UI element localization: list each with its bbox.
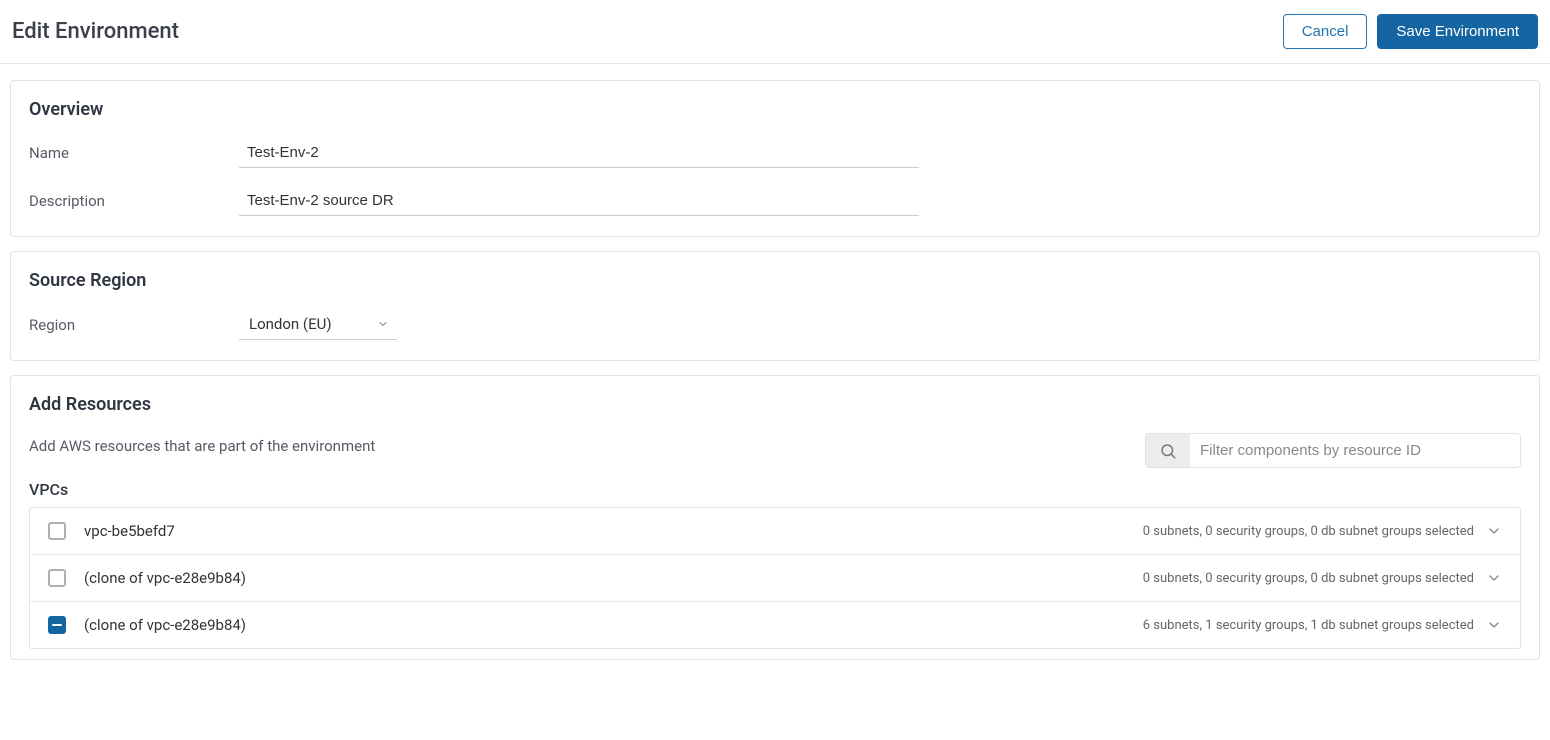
resources-helper: Add AWS resources that are part of the e… xyxy=(29,437,375,455)
name-input[interactable] xyxy=(239,138,919,168)
vpc-list: vpc-be5befd7 0 subnets, 0 security group… xyxy=(29,507,1521,649)
vpc-checkbox[interactable] xyxy=(48,569,66,587)
page-title: Edit Environment xyxy=(12,19,179,44)
source-region-title: Source Region xyxy=(29,270,1521,291)
vpc-row: (clone of vpc-e28e9b84) 6 subnets, 1 sec… xyxy=(30,602,1520,648)
expand-icon[interactable] xyxy=(1486,523,1502,539)
vpc-summary: 0 subnets, 0 security groups, 0 db subne… xyxy=(1143,524,1474,539)
cancel-button[interactable]: Cancel xyxy=(1283,14,1368,49)
header-actions: Cancel Save Environment xyxy=(1283,14,1538,49)
region-label: Region xyxy=(29,316,239,334)
save-button[interactable]: Save Environment xyxy=(1377,14,1538,49)
vpc-row: vpc-be5befd7 0 subnets, 0 security group… xyxy=(30,508,1520,555)
region-row: Region London (EU) xyxy=(29,309,1521,340)
source-region-card: Source Region Region London (EU) xyxy=(10,251,1540,361)
description-input[interactable] xyxy=(239,186,919,216)
expand-icon[interactable] xyxy=(1486,617,1502,633)
description-label: Description xyxy=(29,192,239,210)
vpc-summary: 0 subnets, 0 security groups, 0 db subne… xyxy=(1143,571,1474,586)
vpc-summary: 6 subnets, 1 security groups, 1 db subne… xyxy=(1143,618,1474,633)
region-value: London (EU) xyxy=(249,315,332,333)
vpc-name: (clone of vpc-e28e9b84) xyxy=(84,569,1143,587)
description-row: Description xyxy=(29,186,1521,216)
vpc-name: vpc-be5befd7 xyxy=(84,522,1143,540)
add-resources-title: Add Resources xyxy=(29,394,1521,415)
vpc-name: (clone of vpc-e28e9b84) xyxy=(84,616,1143,634)
add-resources-card: Add Resources Add AWS resources that are… xyxy=(10,375,1540,660)
filter-box xyxy=(1145,433,1521,468)
name-row: Name xyxy=(29,138,1521,168)
page-header: Edit Environment Cancel Save Environment xyxy=(0,0,1550,64)
name-label: Name xyxy=(29,144,239,162)
vpc-row: (clone of vpc-e28e9b84) 0 subnets, 0 sec… xyxy=(30,555,1520,602)
region-select[interactable]: London (EU) xyxy=(239,309,397,340)
expand-icon[interactable] xyxy=(1486,570,1502,586)
chevron-down-icon xyxy=(377,318,389,330)
search-icon xyxy=(1146,434,1190,467)
content: Overview Name Description Source Region … xyxy=(0,64,1550,660)
vpcs-title: VPCs xyxy=(29,480,1521,499)
filter-input[interactable] xyxy=(1190,434,1520,467)
overview-title: Overview xyxy=(29,99,1521,120)
overview-card: Overview Name Description xyxy=(10,80,1540,237)
vpc-checkbox[interactable] xyxy=(48,522,66,540)
resources-top-row: Add AWS resources that are part of the e… xyxy=(29,433,1521,468)
vpc-checkbox[interactable] xyxy=(48,616,66,634)
